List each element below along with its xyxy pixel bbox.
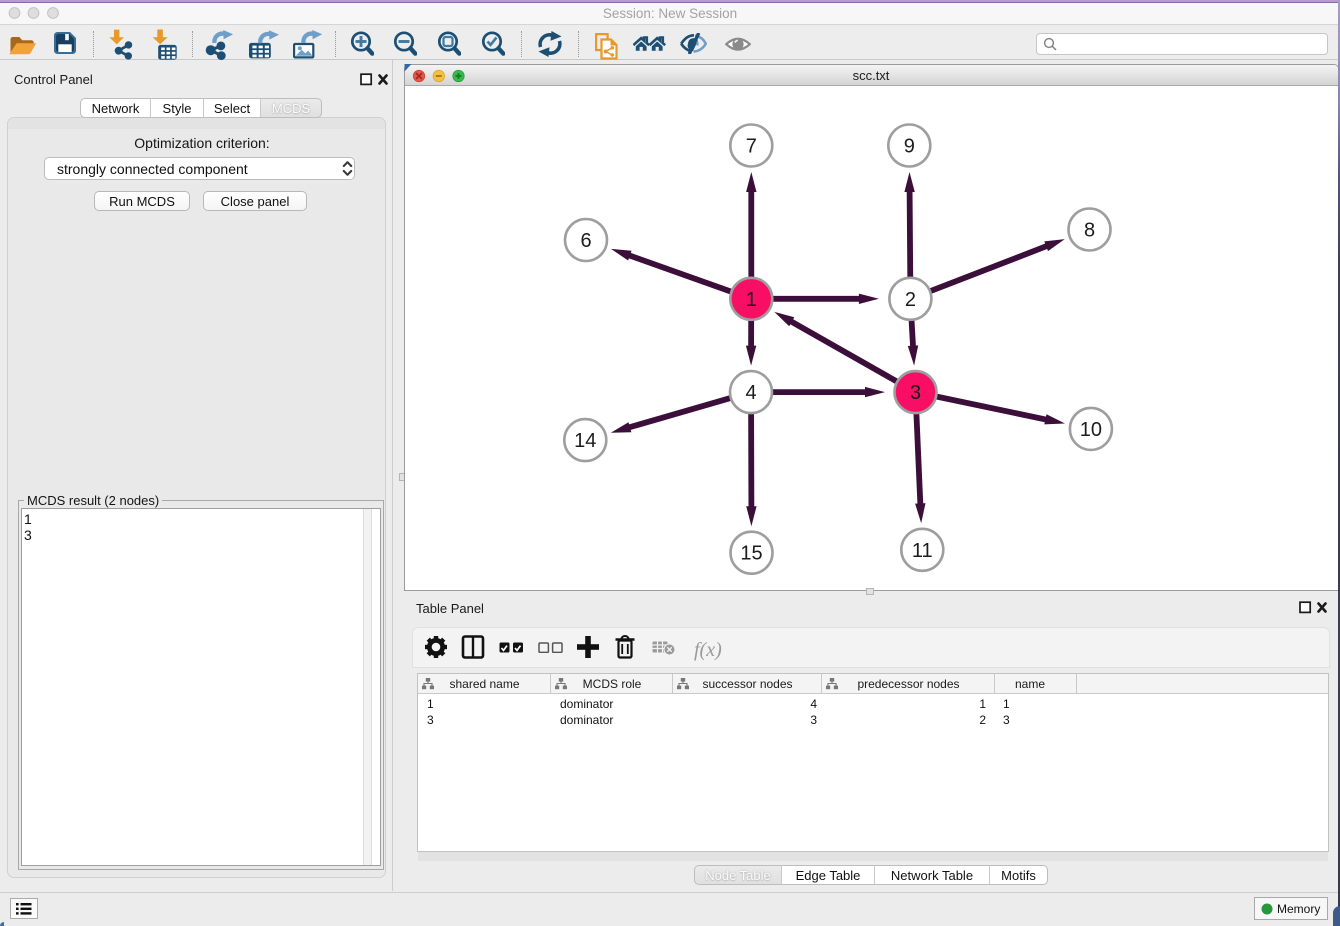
svg-text:1: 1 <box>745 288 756 310</box>
svg-text:2: 2 <box>904 288 915 310</box>
svg-text:15: 15 <box>740 542 762 564</box>
svg-text:10: 10 <box>1079 418 1101 440</box>
svg-text:7: 7 <box>745 135 756 157</box>
svg-text:14: 14 <box>574 430 596 452</box>
svg-text:3: 3 <box>909 382 920 404</box>
svg-text:6: 6 <box>580 230 591 252</box>
svg-text:9: 9 <box>903 135 914 157</box>
svg-text:11: 11 <box>911 539 932 561</box>
svg-text:4: 4 <box>745 382 756 404</box>
svg-text:8: 8 <box>1083 219 1094 241</box>
